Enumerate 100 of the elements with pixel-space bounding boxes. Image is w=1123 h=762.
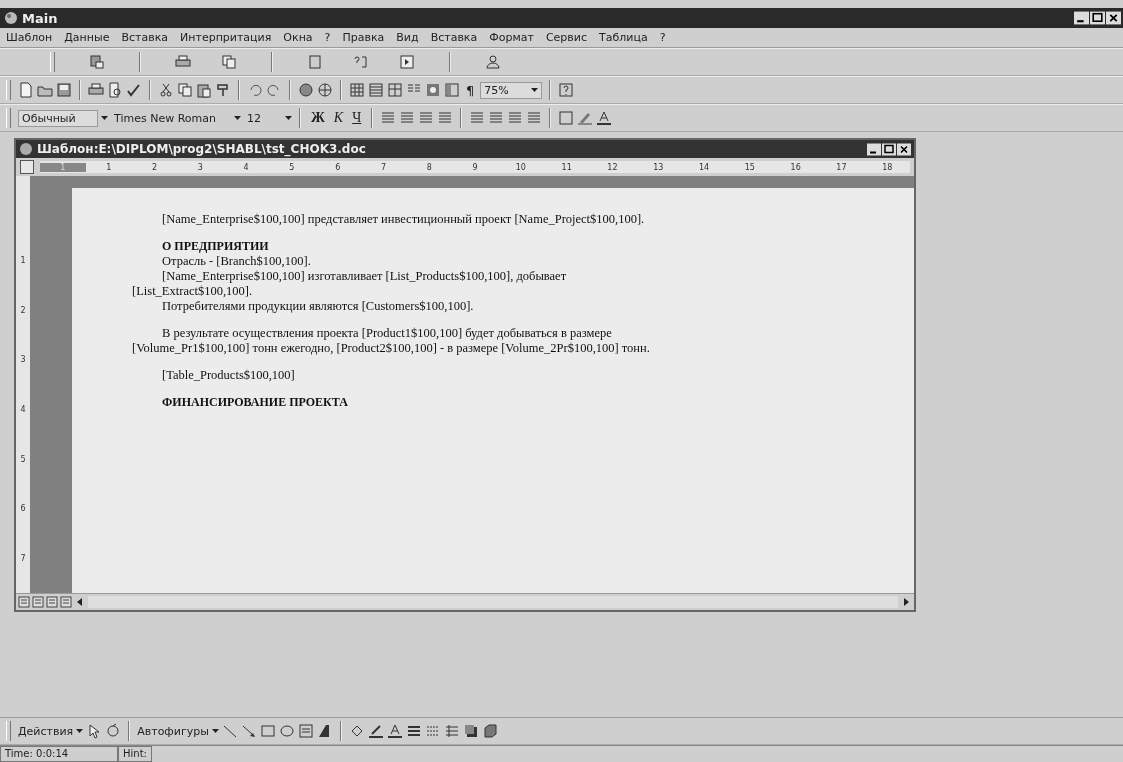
font-color-icon[interactable] xyxy=(596,110,613,126)
align-left-icon[interactable] xyxy=(380,110,397,126)
app-icon xyxy=(4,11,18,25)
grid-icon[interactable] xyxy=(368,82,384,98)
ruler-number: 18 xyxy=(881,162,894,172)
align-center-icon[interactable] xyxy=(399,110,416,126)
font-dropdown[interactable]: Times New Roman xyxy=(111,109,231,127)
numbered-list-icon[interactable] xyxy=(469,110,486,126)
underline-button[interactable]: Ч xyxy=(349,110,365,126)
print-icon[interactable] xyxy=(88,82,104,98)
line-icon[interactable] xyxy=(221,723,238,739)
zoom-dropdown[interactable]: 75% xyxy=(480,81,543,99)
spellcheck-icon[interactable] xyxy=(126,82,142,98)
cut-icon[interactable] xyxy=(158,82,174,98)
run-icon[interactable] xyxy=(399,54,415,70)
maximize-icon[interactable] xyxy=(882,142,896,156)
normal-view-icon[interactable] xyxy=(18,596,30,608)
query-icon[interactable] xyxy=(353,54,369,70)
line-style-icon[interactable] xyxy=(405,723,422,739)
paste-icon[interactable] xyxy=(196,82,212,98)
bold-button[interactable]: Ж xyxy=(308,110,328,126)
ruler-number: 4 xyxy=(242,162,250,172)
justify-icon[interactable] xyxy=(437,110,454,126)
format-painter-icon[interactable] xyxy=(215,82,231,98)
minimize-icon[interactable] xyxy=(867,142,881,156)
caret-icon[interactable] xyxy=(531,88,539,92)
menu-item[interactable]: Вид xyxy=(396,31,419,44)
menu-item[interactable]: Формат xyxy=(489,31,534,44)
autoshapes-menu[interactable]: Автофигуры xyxy=(137,724,209,738)
minimize-icon[interactable] xyxy=(1074,11,1089,25)
save-icon[interactable] xyxy=(56,82,72,98)
ruler-number: 5 xyxy=(288,162,296,172)
ruler-number: 1 xyxy=(40,162,86,172)
undo-icon[interactable] xyxy=(247,82,263,98)
close-icon[interactable] xyxy=(897,142,911,156)
preview-icon[interactable] xyxy=(107,82,123,98)
ruler-number: 5 xyxy=(19,454,27,464)
caret-icon[interactable] xyxy=(285,116,292,120)
ruler-number: 10 xyxy=(514,162,527,172)
ruler-number: 7 xyxy=(19,553,27,563)
menu-item[interactable]: Окна xyxy=(283,31,313,44)
ruler-number: 14 xyxy=(697,162,711,172)
help-icon[interactable] xyxy=(558,82,575,98)
spreadsheet-icon[interactable] xyxy=(387,82,403,98)
web-view-icon[interactable] xyxy=(32,596,44,608)
ruler-number: 8 xyxy=(425,162,433,172)
menu-item[interactable]: Шаблон xyxy=(6,31,53,44)
caret-icon[interactable] xyxy=(76,729,84,733)
arrow-icon[interactable] xyxy=(240,723,257,739)
border-icon[interactable] xyxy=(558,110,575,126)
rotate-icon[interactable] xyxy=(105,723,122,739)
line-color-icon[interactable] xyxy=(367,723,384,739)
document-map-icon[interactable] xyxy=(444,82,460,98)
caret-icon[interactable] xyxy=(101,116,108,120)
size-dropdown[interactable]: 12 xyxy=(244,109,282,127)
tab-selector[interactable] xyxy=(20,160,34,174)
decrease-indent-icon[interactable] xyxy=(507,110,524,126)
menu-item[interactable]: ? xyxy=(659,31,666,44)
ruler-number: 15 xyxy=(743,162,756,172)
menu-item[interactable]: Таблица xyxy=(599,31,648,44)
menu-item[interactable]: Сервис xyxy=(545,31,588,44)
italic-button[interactable]: К xyxy=(330,110,347,126)
3d-icon[interactable] xyxy=(481,723,498,739)
align-right-icon[interactable] xyxy=(418,110,435,126)
text-line: [List_Extract$100,100]. xyxy=(132,284,254,299)
increase-indent-icon[interactable] xyxy=(526,110,543,126)
close-icon[interactable] xyxy=(1106,11,1121,25)
outline-view-icon[interactable] xyxy=(60,596,72,608)
shadow-icon[interactable] xyxy=(462,723,479,739)
ruler-number: 16 xyxy=(789,162,802,172)
section-heading: ФИНАНСИРОВАНИЕ ПРОЕКТА xyxy=(161,395,349,410)
menu-item[interactable]: Данные xyxy=(64,31,110,44)
redo-icon[interactable] xyxy=(266,82,282,98)
menu-item[interactable]: Вставка xyxy=(121,31,169,44)
text-line: [Name_Enterprise$100,100] представляет инвестиционный проект [Name_Project$100,100]. xyxy=(161,212,646,227)
print-icon[interactable] xyxy=(175,54,191,70)
menu-item[interactable]: Интерпритация xyxy=(180,31,272,44)
menu-item[interactable]: ? xyxy=(324,31,331,44)
ruler-number: 1 xyxy=(105,162,113,172)
copy-icon[interactable] xyxy=(221,54,237,70)
caret-icon[interactable] xyxy=(211,729,219,733)
drawing-icon[interactable] xyxy=(425,82,441,98)
font-color-icon[interactable] xyxy=(386,723,403,739)
arrow-style-icon[interactable] xyxy=(443,723,460,739)
new-document-icon[interactable] xyxy=(18,82,34,98)
caret-icon[interactable] xyxy=(234,116,241,120)
maximize-icon[interactable] xyxy=(1090,11,1105,25)
copy-icon[interactable] xyxy=(177,82,193,98)
style-dropdown[interactable]: Обычный xyxy=(18,109,98,127)
rectangle-icon[interactable] xyxy=(259,723,276,739)
ellipse-icon[interactable] xyxy=(278,723,295,739)
menu-item[interactable]: Вставка xyxy=(430,31,478,44)
table-icon[interactable] xyxy=(349,82,365,98)
ruler-number: 1 xyxy=(19,256,27,266)
bullet-list-icon[interactable] xyxy=(488,110,505,126)
page-view-icon[interactable] xyxy=(46,596,58,608)
actions-menu[interactable]: Действия xyxy=(18,724,74,738)
pilcrow-button[interactable]: ¶ xyxy=(463,82,478,98)
web-icon[interactable] xyxy=(317,82,333,98)
menu-item[interactable]: Правка xyxy=(342,31,385,44)
